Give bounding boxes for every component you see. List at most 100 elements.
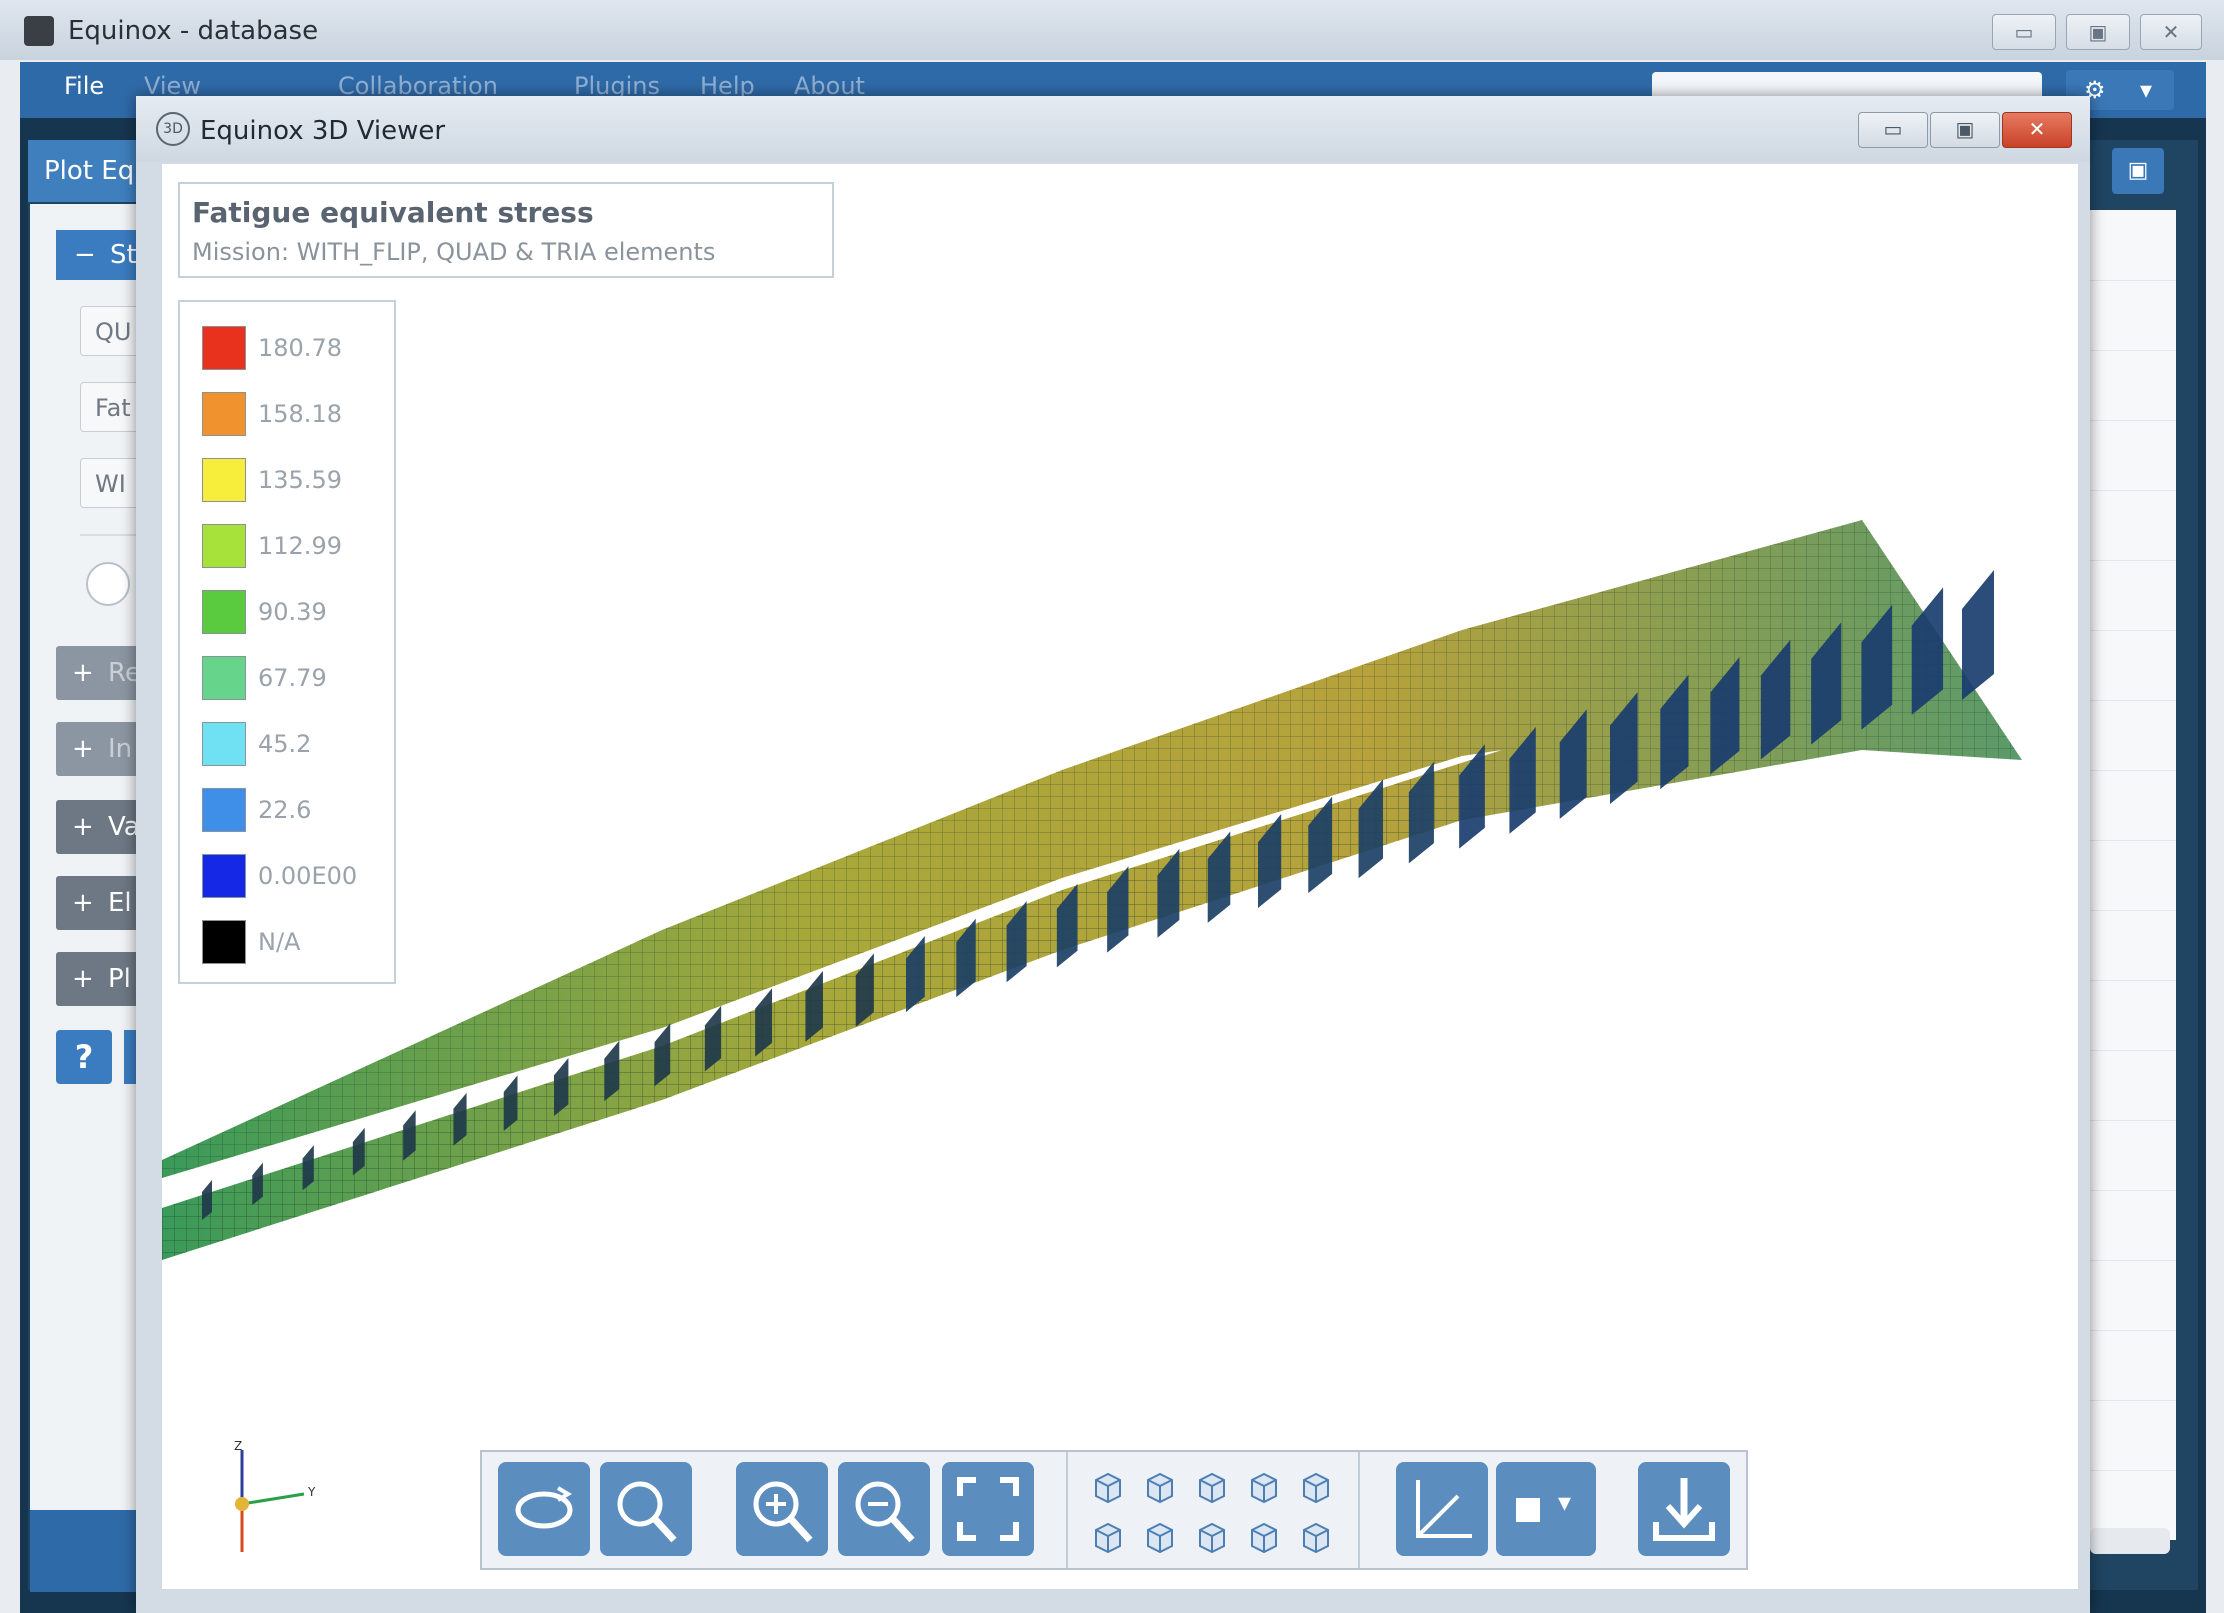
cube-icon [1199,1522,1225,1554]
plot-subtitle: Mission: WITH_FLIP, QUAD & TRIA elements [192,238,716,266]
list-row-divider [2080,280,2176,281]
help-button[interactable]: ? [56,1030,112,1084]
axes-toggle-button[interactable] [1396,1462,1488,1556]
fullscreen-icon [957,1477,1019,1541]
chevron-down-icon: ▾ [1558,1488,1572,1518]
toolbar-divider [1066,1452,1068,1568]
list-row-divider [2080,1470,2176,1471]
cube-icon [1147,1522,1173,1554]
list-row-divider [2080,910,2176,911]
list-row-divider [2080,490,2176,491]
menu-file[interactable]: File [64,72,104,100]
view-cube-button[interactable] [1090,1520,1124,1554]
orientation-axes: Z Y [234,1440,316,1552]
expand-icon: + [72,658,94,688]
view-cube-button[interactable] [1090,1470,1124,1504]
section-header-st[interactable]: − St [56,230,146,280]
plot-panel-title: Plot Eq [44,156,135,186]
lower-skin-grid [162,750,1502,1260]
zoom-out-icon [855,1481,915,1543]
viewer-close-button[interactable]: ✕ [2002,112,2072,148]
cube-icon [1303,1472,1329,1504]
collapse-icon: − [74,240,96,270]
render-mode-icon [1516,1498,1540,1522]
viewer-title: Equinox 3D Viewer [200,116,446,146]
section-header-label: St [110,240,137,270]
section-label: El [108,888,132,918]
view-cube-button[interactable] [1246,1520,1280,1554]
cube-icon [1303,1522,1329,1554]
section-label: Pl [108,964,131,994]
section-label: In [108,734,133,764]
axis-label-y: Y [307,1485,316,1499]
view-cube-button[interactable] [1194,1520,1228,1554]
list-row-divider [2080,420,2176,421]
view-cube-button[interactable] [1142,1520,1176,1554]
zoom-region-button[interactable] [600,1462,692,1556]
list-row-divider [2080,1120,2176,1121]
viewer-maximize-button[interactable]: ▣ [1930,112,2000,148]
zoom-out-button[interactable] [838,1462,930,1556]
list-row-divider [2080,700,2176,701]
viewer-3d-icon: 3D [156,112,190,146]
zoom-in-button[interactable] [736,1462,828,1556]
plot-heading: Fatigue equivalent stress [192,196,594,229]
section-label: Va [108,812,140,842]
list-row-divider [2080,1400,2176,1401]
view-cube-button[interactable] [1298,1520,1332,1554]
save-icon: ▣ [2127,158,2149,183]
list-row-divider [2080,980,2176,981]
zoom-in-icon [753,1481,813,1543]
cube-icon [1147,1472,1173,1504]
cube-icon [1095,1472,1121,1504]
render-mode-button[interactable]: ▾ [1496,1462,1596,1556]
zoom-region-icon [617,1481,677,1543]
wing-rib [1962,570,1994,700]
expand-icon: + [72,964,94,994]
main-titlebar [0,0,2224,60]
axes-icon [1416,1480,1472,1538]
list-row-divider [2080,630,2176,631]
list-row-divider [2080,770,2176,771]
expand-icon: + [72,888,94,918]
toolbar-divider [1358,1452,1360,1568]
horizontal-scrollbar[interactable] [2090,1528,2170,1554]
fit-view-button[interactable] [942,1462,1034,1556]
list-row-divider [2080,840,2176,841]
cube-icon [1251,1522,1277,1554]
main-close-button[interactable]: ✕ [2140,14,2202,50]
view-cube-button[interactable] [1298,1470,1332,1504]
download-button[interactable] [1638,1462,1730,1556]
legend-swatch [202,326,246,370]
download-icon [1653,1478,1715,1541]
axis-label-z: Z [234,1440,242,1453]
list-row-divider [2080,560,2176,561]
list-row-divider [2080,1260,2176,1261]
wing-mesh-render [162,520,2022,1260]
expand-icon: + [72,812,94,842]
save-button[interactable]: ▣ [2112,148,2164,194]
view-cube-group [1090,1466,1340,1556]
main-minimize-button[interactable]: ▭ [1992,14,2056,50]
main-maximize-button[interactable]: ▣ [2066,14,2130,50]
legend-label: 180.78 [258,334,342,362]
rotate-icon [515,1486,573,1529]
view-cube-button[interactable] [1194,1470,1228,1504]
cube-icon [1199,1472,1225,1504]
list-row-divider [2080,350,2176,351]
expand-icon: + [72,734,94,764]
main-window-title: Equinox - database [68,16,319,46]
cube-icon [1095,1522,1121,1554]
toggle-switch[interactable] [86,562,130,606]
list-row-divider [2080,1050,2176,1051]
view-cube-button[interactable] [1142,1470,1176,1504]
viewer-icon-label: 3D [156,112,190,146]
results-list-panel [2080,210,2176,1540]
cube-icon [1251,1472,1277,1504]
app-icon [24,16,54,46]
viewer-minimize-button[interactable]: ▭ [1858,112,1928,148]
panel-footer [30,1510,150,1592]
view-cube-button[interactable] [1246,1470,1280,1504]
chevron-down-icon: ▾ [2140,76,2153,104]
rotate-button[interactable] [498,1462,590,1556]
